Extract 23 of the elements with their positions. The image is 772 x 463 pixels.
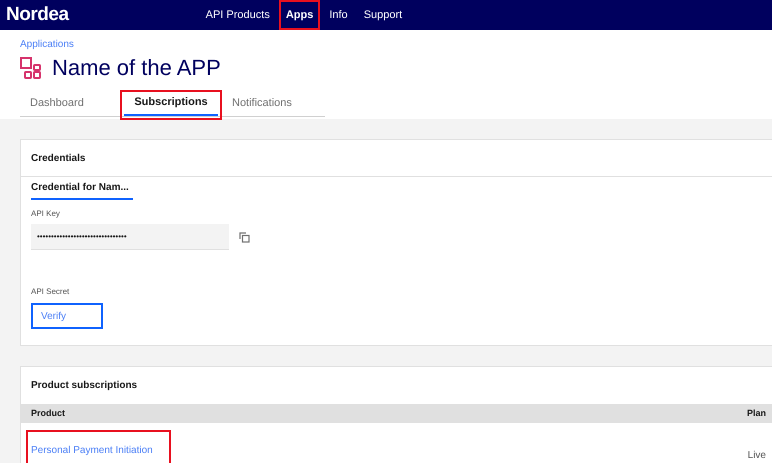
breadcrumb-link[interactable]: Applications <box>20 38 772 52</box>
nav-link[interactable]: Info <box>322 0 355 30</box>
nav-link[interactable]: Apps <box>278 0 320 30</box>
field-label: API Secret <box>31 286 70 298</box>
column-header: Plan <box>746 406 766 420</box>
table-cell-text: Live <box>748 449 766 463</box>
apps-grid-icon <box>20 57 42 79</box>
card-heading: Product subscriptions <box>31 379 138 393</box>
product-link[interactable]: Personal Payment Initiation <box>31 445 153 456</box>
verify-button[interactable]: Verify <box>31 303 103 329</box>
card-heading: Credentials <box>31 152 86 166</box>
nav-link[interactable]: Support <box>356 0 410 30</box>
copy-icon[interactable] <box>239 232 250 242</box>
page-title: Name of the APP <box>52 54 221 82</box>
nav-link[interactable]: API Products <box>198 0 277 30</box>
field-label: API Key <box>31 208 61 220</box>
api-key-field[interactable]: •••••••••••••••••••••••••••••••• <box>31 224 229 250</box>
tab[interactable]: Notifications <box>226 92 321 116</box>
credential-tab[interactable]: Credential for Nam... <box>31 177 133 200</box>
tab[interactable]: Dashboard <box>24 92 116 116</box>
logo[interactable]: Nordea <box>6 0 69 30</box>
tab[interactable]: Subscriptions <box>124 92 218 116</box>
column-header: Product <box>31 406 66 420</box>
